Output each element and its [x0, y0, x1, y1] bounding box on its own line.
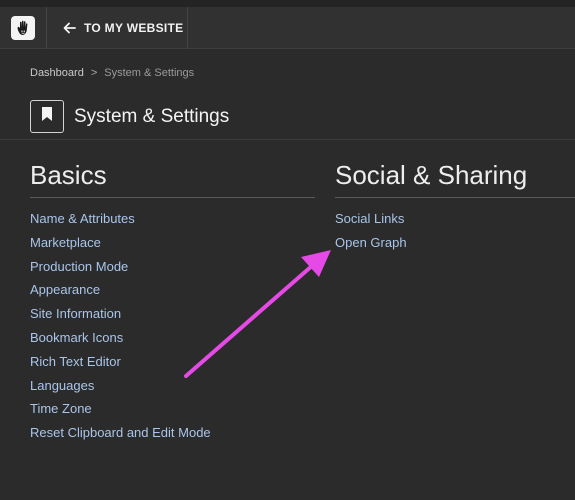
list-item: Rich Text Editor: [30, 350, 315, 374]
list-item: Production Mode: [30, 255, 315, 279]
list-item: Name & Attributes: [30, 207, 315, 231]
link-appearance[interactable]: Appearance: [30, 282, 100, 297]
breadcrumb-separator: >: [90, 67, 98, 79]
link-reset-clipboard[interactable]: Reset Clipboard and Edit Mode: [30, 425, 211, 440]
link-rich-text-editor[interactable]: Rich Text Editor: [30, 354, 121, 369]
link-bookmark-icons[interactable]: Bookmark Icons: [30, 330, 123, 345]
list-item: Languages: [30, 374, 315, 398]
list-item: Reset Clipboard and Edit Mode: [30, 421, 315, 445]
link-time-zone[interactable]: Time Zone: [30, 401, 92, 416]
app-root: TO MY WEBSITE Dashboard > System & Setti…: [0, 0, 575, 500]
breadcrumb-dashboard[interactable]: Dashboard: [30, 67, 84, 79]
link-site-information[interactable]: Site Information: [30, 306, 121, 321]
link-languages[interactable]: Languages: [30, 378, 94, 393]
section-social-sharing: Social & Sharing Social Links Open Graph: [335, 160, 575, 255]
list-item: Social Links: [335, 207, 575, 231]
link-name-attributes[interactable]: Name & Attributes: [30, 211, 135, 226]
list-item: Marketplace: [30, 231, 315, 255]
section-basics: Basics Name & Attributes Marketplace Pro…: [30, 160, 315, 445]
bookmark-button[interactable]: [30, 100, 64, 133]
list-item: Time Zone: [30, 397, 315, 421]
title-divider: [0, 139, 575, 140]
section-heading-social: Social & Sharing: [335, 160, 575, 198]
logo-button[interactable]: [0, 7, 47, 49]
link-open-graph[interactable]: Open Graph: [335, 235, 407, 250]
list-item: Open Graph: [335, 231, 575, 255]
list-item: Bookmark Icons: [30, 326, 315, 350]
link-production-mode[interactable]: Production Mode: [30, 259, 128, 274]
top-bar: TO MY WEBSITE: [0, 0, 575, 49]
page-header: System & Settings: [30, 100, 229, 133]
top-edge: [0, 0, 575, 7]
social-link-list: Social Links Open Graph: [335, 207, 575, 255]
list-item: Site Information: [30, 302, 315, 326]
basics-link-list: Name & Attributes Marketplace Production…: [30, 207, 315, 445]
link-social-links[interactable]: Social Links: [335, 211, 404, 226]
back-to-website-button[interactable]: TO MY WEBSITE: [48, 7, 188, 49]
link-marketplace[interactable]: Marketplace: [30, 235, 101, 250]
bookmark-icon: [41, 106, 53, 127]
breadcrumb: Dashboard > System & Settings: [30, 67, 194, 79]
breadcrumb-current: System & Settings: [104, 67, 195, 79]
concrete-hand-logo-icon: [11, 16, 35, 40]
page-title: System & Settings: [74, 105, 230, 127]
back-to-website-label: TO MY WEBSITE: [84, 21, 184, 35]
arrow-left-icon: [63, 22, 76, 34]
list-item: Appearance: [30, 278, 315, 302]
section-heading-basics: Basics: [30, 160, 315, 198]
